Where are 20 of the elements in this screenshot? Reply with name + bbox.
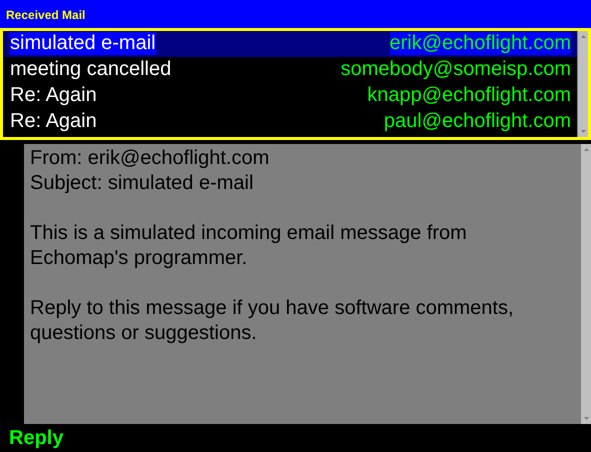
mail-row[interactable]: simulated e-mail erik@echoflight.com [3,30,577,57]
mail-sender: somebody@someisp.com [340,58,571,82]
scrollbar[interactable] [577,30,588,138]
mail-row[interactable]: Re: Again paul@echoflight.com [3,108,577,135]
mail-subject: simulated e-mail [10,32,156,56]
mail-subject: Re: Again [10,84,97,108]
reply-button[interactable]: Reply [9,426,64,450]
mail-sender: erik@echoflight.com [390,32,571,56]
mail-sender: paul@echoflight.com [384,110,571,134]
message-header: Subject: simulated e-mail [30,171,254,196]
mail-row[interactable]: meeting cancelled somebody@someisp.com [3,56,577,83]
scrollbar[interactable] [580,144,591,424]
window-title: Received Mail [6,8,86,22]
mail-subject: meeting cancelled [10,58,172,82]
message-paragraph: Reply to this message if you have software comments, questions or suggestions. [30,296,515,346]
mail-sender: knapp@echoflight.com [367,84,571,108]
message-header: From: erik@echoflight.com [30,146,270,172]
mail-row[interactable]: Re: Again knapp@echoflight.com [3,82,577,109]
mail-subject: Re: Again [10,110,97,134]
message-paragraph: This is a simulated incoming email message from Echomap's programmer. [30,221,468,272]
